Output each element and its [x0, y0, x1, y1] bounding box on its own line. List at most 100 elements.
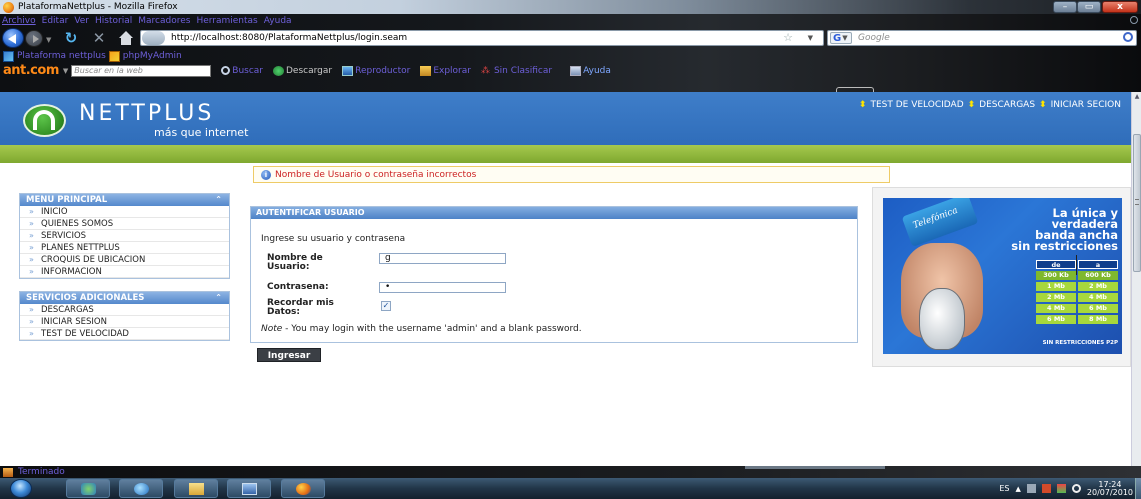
- remember-checkbox[interactable]: ✓: [381, 301, 391, 311]
- telefonica-ad-banner[interactable]: Telefónica La única y verdadera banda an…: [883, 198, 1122, 354]
- ant-descargar-button[interactable]: Descargar: [273, 65, 332, 76]
- window-titlebar: PlataformaNettplus - Mozilla Firefox – ▭…: [0, 0, 1141, 14]
- ant-logo[interactable]: ant.com: [3, 63, 59, 78]
- servicios-adicionales-header[interactable]: SERVICIOS ADICIONALES ⌃: [20, 292, 229, 304]
- tray-expand-icon[interactable]: ▲: [1016, 485, 1021, 493]
- vertical-scrollbar[interactable]: ▲: [1131, 92, 1141, 466]
- search-icon[interactable]: [1123, 32, 1133, 42]
- menu-principal-header[interactable]: MENU PRINCIPAL ⌃: [20, 194, 229, 206]
- menu-bar: Archivo Editar Ver Historial Marcadores …: [2, 14, 292, 27]
- menu-historial[interactable]: Historial: [95, 16, 132, 26]
- bookmark-phpmyadmin[interactable]: phpMyAdmin: [123, 51, 182, 61]
- search-bar[interactable]: G ▼ Google: [827, 30, 1137, 46]
- menu-editar[interactable]: Editar: [42, 16, 69, 26]
- menu-item-quienes-somos[interactable]: QUIENES SOMOS: [20, 218, 229, 230]
- servicios-adicionales-panel: SERVICIOS ADICIONALES ⌃ DESCARGAS INICIA…: [19, 291, 230, 341]
- collapse-icon[interactable]: ⌃: [215, 292, 222, 304]
- search-engine-selector[interactable]: G ▼: [830, 32, 852, 44]
- bookmark-plataforma[interactable]: Plataforma nettplus: [17, 51, 106, 61]
- scroll-up-icon[interactable]: ▲: [1133, 93, 1141, 101]
- site-tagline: más que internet: [154, 126, 249, 139]
- menu-item-inicio[interactable]: INICIO: [20, 206, 229, 218]
- ant-reproductor-button[interactable]: Reproductor: [342, 65, 410, 76]
- tray-network-icon[interactable]: [1041, 484, 1051, 493]
- ad-headline: La única y verdadera banda ancha sin res…: [1011, 207, 1118, 253]
- menu-ayuda[interactable]: Ayuda: [264, 16, 292, 26]
- url-dropdown-icon[interactable]: ▼: [808, 32, 813, 44]
- topnav-iniciar-secion[interactable]: INICIAR SECION: [1051, 100, 1121, 110]
- ad-table-row: 4 Mb 6 Mb: [1036, 304, 1118, 313]
- home-button[interactable]: [117, 30, 135, 46]
- menu-ver[interactable]: Ver: [74, 16, 89, 26]
- ad-table-cell: 4 Mb: [1036, 304, 1076, 313]
- note-prefix: Note: [261, 324, 283, 334]
- login-panel-title: AUTENTIFICAR USUARIO: [251, 207, 857, 219]
- ant-search-dropdown-icon[interactable]: ▼: [63, 67, 68, 75]
- history-dropdown-icon[interactable]: ▼: [46, 36, 51, 44]
- note-text: - You may login with the username 'admin…: [282, 324, 582, 334]
- search-input[interactable]: Google: [858, 33, 890, 43]
- forward-button[interactable]: [25, 30, 43, 47]
- url-bar[interactable]: http://localhost:8080/PlataformaNettplus…: [140, 30, 824, 46]
- taskbar-app[interactable]: [227, 479, 271, 498]
- minimize-button[interactable]: –: [1053, 1, 1077, 13]
- menu-herramientas[interactable]: Herramientas: [196, 16, 257, 26]
- ad-table-cell: 600 Kb: [1078, 271, 1118, 280]
- menu-item-descargas[interactable]: DESCARGAS: [20, 304, 229, 316]
- menu-item-informacion[interactable]: INFORMACION: [20, 266, 229, 278]
- scrollbar-thumb[interactable]: [1133, 134, 1141, 272]
- system-clock[interactable]: 17:24 20/07/2010: [1086, 480, 1133, 497]
- network-icon: [81, 483, 96, 495]
- taskbar-firefox-app[interactable]: [281, 479, 325, 498]
- ad-speed-table: de a 300 Kb 600 Kb 1 Mb 2 Mb 2 Mb 4 Mb 4…: [1036, 260, 1118, 326]
- topnav-descargas[interactable]: DESCARGAS: [979, 100, 1035, 110]
- ant-search-input[interactable]: Buscar en la web: [71, 64, 212, 77]
- ad-table-cell: 6 Mb: [1078, 304, 1118, 313]
- clock-date: 20/07/2010: [1086, 487, 1133, 497]
- bookmark-star-icon[interactable]: ☆: [783, 31, 793, 45]
- site-brand[interactable]: NETTPLUS: [79, 101, 214, 126]
- close-button[interactable]: x: [1102, 1, 1138, 13]
- firefox-icon: [296, 483, 311, 495]
- ant-ayuda-button[interactable]: Ayuda: [570, 65, 611, 76]
- menu-item-planes[interactable]: PLANES NETTPLUS: [20, 242, 229, 254]
- topnav-test-velocidad[interactable]: TEST DE VELOCIDAD: [870, 100, 963, 110]
- collapse-icon[interactable]: ⌃: [215, 194, 222, 206]
- ad-table-cell: 300 Kb: [1036, 271, 1076, 280]
- stop-button[interactable]: ✕: [90, 30, 108, 46]
- back-button[interactable]: [2, 28, 24, 48]
- ad-headline-line: sin restricciones: [1011, 239, 1118, 253]
- volume-icon[interactable]: [1071, 484, 1081, 493]
- menu-archivo[interactable]: Archivo: [2, 16, 36, 26]
- show-desktop-button[interactable]: [1135, 478, 1141, 499]
- site-identity-icon[interactable]: [142, 31, 165, 45]
- menu-item-test-velocidad[interactable]: TEST DE VELOCIDAD: [20, 328, 229, 340]
- ant-explorar-button[interactable]: Explorar: [420, 65, 471, 76]
- ad-wristband: Telefónica: [901, 198, 979, 248]
- ad-table-cell: 2 Mb: [1078, 282, 1118, 291]
- ingresar-button[interactable]: Ingresar: [257, 348, 321, 362]
- username-label: Nombre de Usuario:: [267, 253, 323, 272]
- nettplus-logo-icon[interactable]: [23, 104, 66, 137]
- taskbar-ie-app[interactable]: [119, 479, 163, 498]
- taskbar-network-app[interactable]: [66, 479, 110, 498]
- menu-marcadores[interactable]: Marcadores: [138, 16, 190, 26]
- tray-flag-icon[interactable]: [1056, 484, 1066, 493]
- status-firebug-icon[interactable]: [3, 467, 13, 477]
- menu-item-servicios[interactable]: SERVICIOS: [20, 230, 229, 242]
- ant-sinclasificar-button[interactable]: ⁂ Sin Clasificar: [481, 66, 552, 76]
- start-button[interactable]: [10, 479, 32, 498]
- username-input[interactable]: g: [379, 253, 506, 264]
- password-input[interactable]: •: [379, 282, 506, 293]
- maximize-button[interactable]: ▭: [1077, 1, 1101, 13]
- reload-button[interactable]: ↻: [62, 30, 80, 46]
- language-indicator[interactable]: ES: [999, 484, 1009, 493]
- url-text[interactable]: http://localhost:8080/PlataformaNettplus…: [171, 33, 407, 43]
- nav-separator-icon: ⬍: [967, 100, 976, 110]
- taskbar-explorer-app[interactable]: [174, 479, 218, 498]
- menu-item-iniciar-sesion[interactable]: INICIAR SESION: [20, 316, 229, 328]
- menu-item-croquis[interactable]: CROQUIS DE UBICACION: [20, 254, 229, 266]
- tray-app-icon[interactable]: [1026, 484, 1036, 493]
- ant-buscar-button[interactable]: Buscar: [221, 66, 263, 76]
- ad-table-row: 2 Mb 4 Mb: [1036, 293, 1118, 302]
